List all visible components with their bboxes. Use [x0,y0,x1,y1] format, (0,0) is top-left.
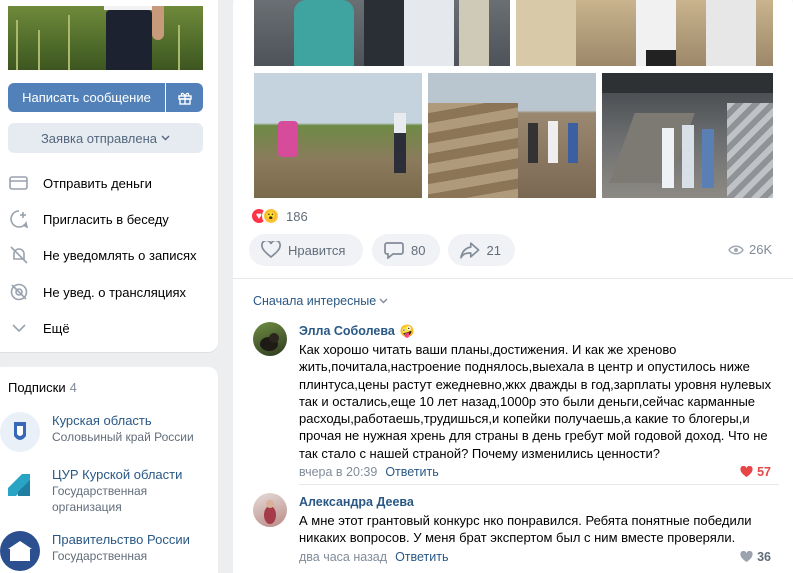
comment-item: Александра Деева А мне этот грантовый ко… [253,493,783,573]
comments-count: 80 [411,242,426,258]
comment-icon [384,242,404,259]
post-photo[interactable] [516,0,773,66]
money-transfer-icon [8,172,30,194]
invite-chat-action[interactable]: Пригласить в беседу [8,207,169,231]
comments-sort-dropdown[interactable]: Сначала интересные [253,294,388,308]
grass-decoration [16,20,18,70]
profile-photo[interactable] [8,6,203,70]
subscription-desc: Государственная [52,549,148,563]
subscription-item[interactable]: ЦУР Курской области Государственная орга… [0,466,182,515]
comment-author[interactable]: Александра Деева [299,495,414,509]
subscription-item[interactable]: Курская область Соловьиный край России [0,412,194,452]
subscriptions-header[interactable]: Подписки 4 [8,380,77,395]
mute-broadcasts-action[interactable]: Не увед. о трансляциях [8,280,186,304]
comment-item: Элла Соболева 🤪 Как хорошо читать ваши п… [253,322,783,482]
reactions-count: 186 [286,208,308,224]
eye-icon [728,245,744,254]
request-label: Заявка отправлена [40,130,158,146]
mute-posts-action[interactable]: Не уведомлять о записях [8,243,197,267]
post-photo[interactable] [254,0,510,66]
chevron-down-icon [8,317,30,339]
post-divider [233,278,793,279]
comment-separator [299,484,779,485]
reply-link[interactable]: Ответить [385,465,438,479]
grass-decoration [38,30,40,70]
more-actions[interactable]: Ещё [8,316,70,340]
share-button[interactable]: 21 [448,234,515,266]
person-figure [94,6,164,70]
chevron-down-icon [379,298,388,304]
tsur-kursk-avatar [0,466,40,506]
comment-time[interactable]: вчера в 20:39 [299,465,377,479]
post-photo[interactable] [428,73,596,198]
subscription-name: Курская область [52,413,152,428]
wow-reaction-icon: 😮 [262,207,280,225]
comment-button[interactable]: 80 [372,234,440,266]
action-label: Ещё [43,320,70,336]
like-button[interactable]: Нравится [249,234,363,266]
shares-count: 21 [486,242,501,258]
comment-time[interactable]: два часа назад [299,550,387,564]
subscription-desc: Государственная организация [52,484,148,514]
action-label: Пригласить в беседу [43,211,169,227]
subscriptions-title: Подписки [8,380,66,395]
views-counter: 26K [728,242,772,257]
sort-label: Сначала интересные [253,294,377,308]
invite-chat-icon [8,208,30,230]
action-label: Отправить деньги [43,175,152,191]
commenter-avatar[interactable] [253,322,287,356]
heart-filled-icon [740,550,753,562]
bell-off-icon [8,244,30,266]
like-label: Нравится [288,242,346,258]
gift-icon [177,92,192,105]
post-photo[interactable] [602,73,773,198]
share-icon [460,242,480,259]
grass-decoration [68,15,70,70]
action-label: Не увед. о трансляциях [43,284,187,300]
comment-text: Как хорошо читать ваши планы,достижения.… [299,342,772,461]
kursk-region-avatar [0,412,40,452]
post-photo[interactable] [254,73,422,198]
subscription-item[interactable]: Правительство России Государственная [0,531,190,571]
chevron-down-icon [161,135,170,141]
broadcast-off-icon [8,281,30,303]
friend-request-button[interactable]: Заявка отправлена [8,123,203,153]
comment-likes-count: 36 [757,549,771,564]
action-label: Не уведомлять о записях [43,247,197,263]
heart-filled-icon [740,466,753,478]
comment-text: А мне этот грантовый конкурс нко понрави… [299,513,752,546]
views-count: 26K [749,242,773,257]
comment-likes-count: 57 [757,465,771,480]
commenter-avatar[interactable] [253,493,287,527]
send-money-action[interactable]: Отправить деньги [8,171,152,195]
subscription-name: Правительство России [52,532,190,547]
comment-like-button[interactable]: 36 [740,550,771,564]
emoji-badge-icon: 🤪 [399,323,415,338]
subscriptions-count: 4 [69,380,77,395]
reply-link[interactable]: Ответить [395,550,448,564]
heart-icon [261,241,281,259]
write-message-button[interactable]: Написать сообщение [8,83,165,112]
grass-decoration [178,25,180,70]
comment-like-button[interactable]: 57 [740,465,771,479]
comment-author[interactable]: Элла Соболева [299,324,395,338]
gift-button[interactable] [166,83,203,112]
russian-government-avatar [0,531,40,571]
subscription-name: ЦУР Курской области [52,467,183,482]
subscription-desc: Соловьиный край России [52,430,194,444]
reactions-summary[interactable]: ♥ 😮 186 [250,207,308,225]
